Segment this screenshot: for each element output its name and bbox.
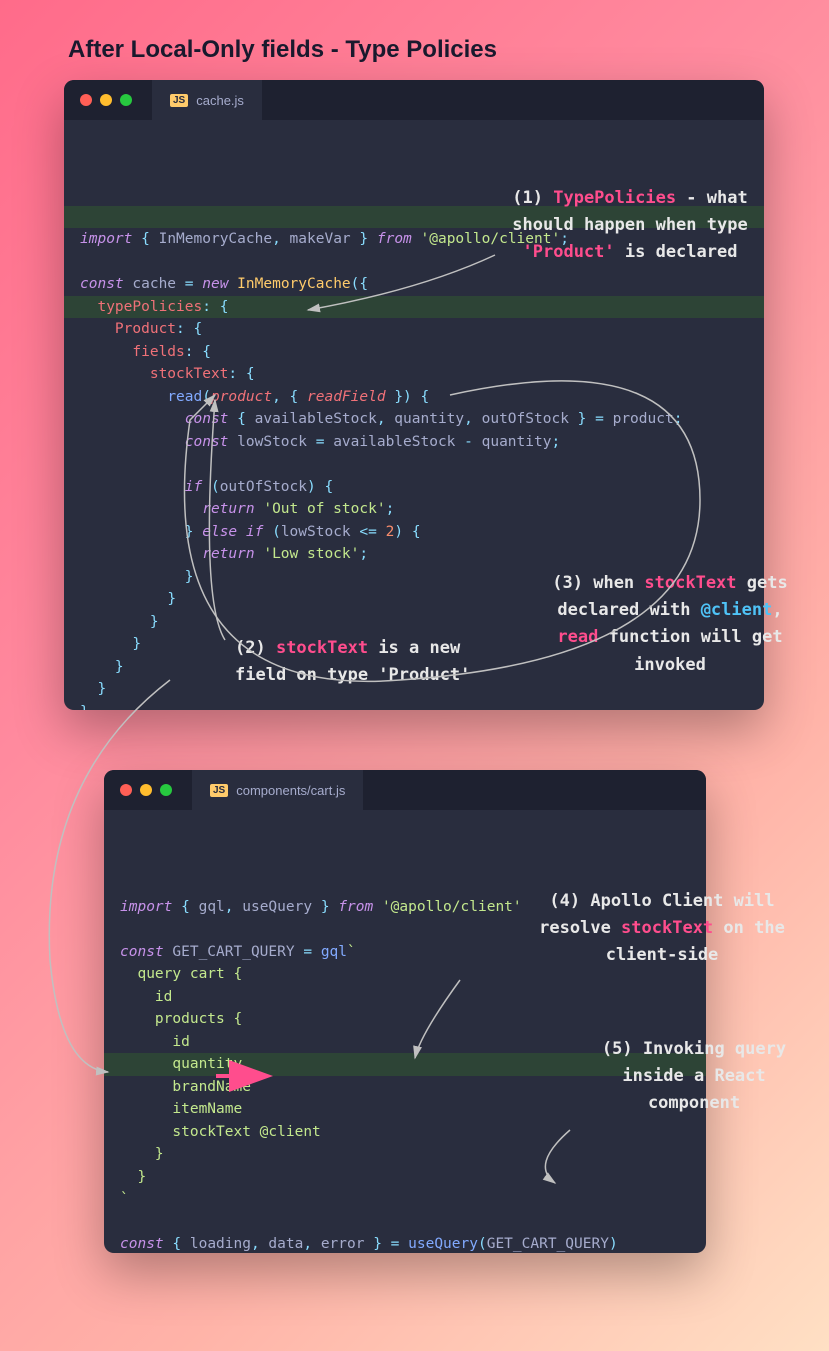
annotation-5: (5) Invoking query inside a React compon…: [578, 1036, 810, 1118]
code-editor: import { gql, useQuery } from '@apollo/c…: [104, 810, 706, 1253]
annotation-2: (2) stockText is a new field on type 'Pr…: [235, 635, 515, 689]
filename: cache.js: [196, 93, 244, 108]
minimize-icon[interactable]: [140, 784, 152, 796]
js-icon: JS: [170, 94, 188, 107]
tabbar: JS cache.js: [64, 80, 764, 120]
window-controls: [80, 94, 132, 106]
minimize-icon[interactable]: [100, 94, 112, 106]
maximize-icon[interactable]: [120, 94, 132, 106]
code-window-cart: JS components/cart.js import { gql, useQ…: [104, 770, 706, 1253]
file-tab[interactable]: JS components/cart.js: [192, 770, 363, 810]
annotation-1: (1) TypePolicies - what should happen wh…: [500, 185, 760, 267]
tabbar: JS components/cart.js: [104, 770, 706, 810]
annotation-3: (3) when stockText gets declared with @c…: [535, 570, 805, 679]
file-tab[interactable]: JS cache.js: [152, 80, 262, 120]
page-title: After Local-Only fields - Type Policies: [0, 0, 829, 64]
annotation-4: (4) Apollo Client will resolve stockText…: [512, 888, 812, 970]
window-controls: [120, 784, 172, 796]
filename: components/cart.js: [236, 783, 345, 798]
close-icon[interactable]: [120, 784, 132, 796]
close-icon[interactable]: [80, 94, 92, 106]
maximize-icon[interactable]: [160, 784, 172, 796]
js-icon: JS: [210, 784, 228, 797]
